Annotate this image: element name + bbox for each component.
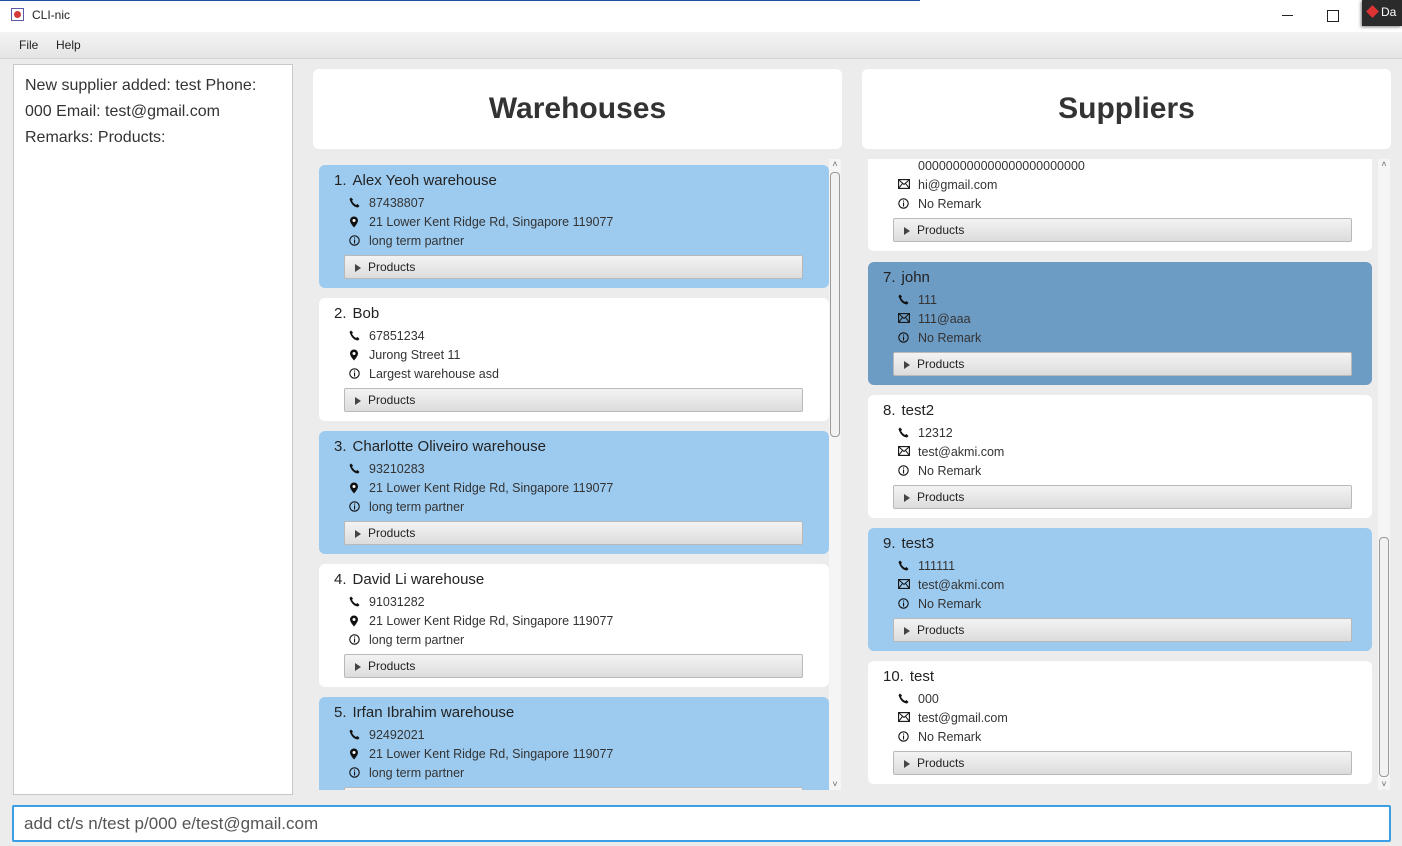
scrollbar-thumb[interactable] <box>830 172 840 437</box>
supplier-list[interactable]: 000000000000000000000000 hi@gmail.com No R… <box>862 159 1378 790</box>
phone-row: 111111 <box>883 558 1372 577</box>
warehouse-card[interactable]: 4. David Li warehouse 91031282 21 Lower Ken… <box>319 564 829 687</box>
supplier-scrollbar[interactable]: ˄ ˅ <box>1378 159 1390 790</box>
expand-arrow-icon <box>904 361 910 369</box>
products-toggle[interactable]: Products <box>893 352 1352 376</box>
expand-arrow-icon <box>904 627 910 635</box>
supplier-card[interactable]: 8. test2 12312 test@akmi.com No Remark Produc… <box>868 395 1372 518</box>
phone-row: 000000000000000000000000 <box>918 159 1085 173</box>
minimize-button[interactable] <box>1270 0 1306 30</box>
menu-file[interactable]: File <box>19 38 38 52</box>
phone-row: 000 <box>883 691 1372 710</box>
phone-row: 93210283 <box>334 461 829 480</box>
supplier-card-partial[interactable]: 000000000000000000000000 hi@gmail.com No R… <box>868 159 1372 251</box>
location-row: 21 Lower Kent Ridge Rd, Singapore 119077 <box>334 480 829 499</box>
expand-arrow-icon <box>904 227 910 235</box>
products-toggle[interactable]: Products <box>893 751 1352 775</box>
app-icon <box>11 8 24 21</box>
warehouses-header: Warehouses <box>313 69 842 149</box>
products-toggle[interactable]: Products <box>344 787 803 790</box>
info-row: No Remark <box>883 196 1372 215</box>
info-row: long term partner <box>334 499 829 518</box>
result-text: New supplier added: test Phone: 000 Emai… <box>25 77 257 146</box>
supplier-card[interactable]: 10. test 000 test@gmail.com No Remark Product… <box>868 661 1372 784</box>
warehouse-card[interactable]: 2. Bob 67851234 Jurong Street 11 Largest war… <box>319 298 829 421</box>
card-title: 8. test2 <box>883 402 935 419</box>
card-title: 4. David Li warehouse <box>334 571 485 588</box>
scroll-down-arrow[interactable]: ˅ <box>1379 779 1389 789</box>
supplier-card[interactable]: 9. test3 111111 test@akmi.com No Remark Produ… <box>868 528 1372 651</box>
info-row: No Remark <box>883 330 1372 349</box>
phone-row: 67851234 <box>334 328 829 347</box>
expand-arrow-icon <box>355 397 361 405</box>
location-row: 21 Lower Kent Ridge Rd, Singapore 119077 <box>334 214 829 233</box>
info-row: No Remark <box>883 596 1372 615</box>
expand-arrow-icon <box>355 264 361 272</box>
command-input[interactable] <box>14 807 1389 840</box>
email-row: test@akmi.com <box>883 444 1372 463</box>
products-toggle[interactable]: Products <box>893 218 1352 242</box>
info-row: No Remark <box>883 729 1372 748</box>
products-toggle[interactable]: Products <box>344 654 803 678</box>
maximize-button[interactable] <box>1314 0 1350 30</box>
phone-row: 87438807 <box>334 195 829 214</box>
card-title: 9. test3 <box>883 535 935 552</box>
window-title: CLI-nic <box>32 8 71 22</box>
info-row: long term partner <box>334 233 829 252</box>
products-toggle[interactable]: Products <box>893 485 1352 509</box>
suppliers-title: Suppliers <box>1058 92 1195 125</box>
expand-arrow-icon <box>904 494 910 502</box>
phone-row: 92492021 <box>334 727 829 746</box>
products-toggle[interactable]: Products <box>344 255 803 279</box>
phone-row: 91031282 <box>334 594 829 613</box>
location-row: Jurong Street 11 <box>334 347 829 366</box>
warehouse-list[interactable]: 1. Alex Yeoh warehouse 87438807 21 Lower Ke… <box>313 159 829 790</box>
card-title: 2. Bob <box>334 305 380 322</box>
suppliers-header: Suppliers <box>862 69 1391 149</box>
menu-bar: File Help <box>0 32 1402 59</box>
warehouses-title: Warehouses <box>488 92 667 125</box>
phone-row: 12312 <box>883 425 1372 444</box>
email-row: test@gmail.com <box>883 710 1372 729</box>
email-row: test@akmi.com <box>883 577 1372 596</box>
title-bar-accent <box>0 0 920 1</box>
menu-help[interactable]: Help <box>56 38 81 52</box>
command-box[interactable] <box>12 805 1391 842</box>
expand-arrow-icon <box>904 760 910 768</box>
warehouse-card[interactable]: 3. Charlotte Oliveiro warehouse 93210283 21… <box>319 431 829 554</box>
products-toggle[interactable]: Products <box>893 618 1352 642</box>
notification-text: Da <box>1381 5 1397 19</box>
scrollbar-thumb[interactable] <box>1379 537 1389 777</box>
card-title: 3. Charlotte Oliveiro warehouse <box>334 438 546 455</box>
scroll-up-arrow[interactable]: ˄ <box>830 159 840 169</box>
title-bar: CLI-nic Da <box>0 0 1402 32</box>
expand-arrow-icon <box>355 663 361 671</box>
products-toggle[interactable]: Products <box>344 388 803 412</box>
location-row: 21 Lower Kent Ridge Rd, Singapore 119077 <box>334 746 829 765</box>
warehouse-card[interactable]: 1. Alex Yeoh warehouse 87438807 21 Lower Ke… <box>319 165 829 288</box>
expand-arrow-icon <box>355 530 361 538</box>
warning-icon <box>1366 5 1379 18</box>
email-row: hi@gmail.com <box>883 177 1372 196</box>
supplier-card[interactable]: 7. john 111 111@aaa No Remark Products <box>868 262 1372 385</box>
result-display: New supplier added: test Phone: 000 Emai… <box>13 64 293 795</box>
products-toggle[interactable]: Products <box>344 521 803 545</box>
info-row: No Remark <box>883 463 1372 482</box>
warehouse-scrollbar[interactable]: ˄ ˅ <box>829 159 841 790</box>
card-title: 5. Irfan Ibrahim warehouse <box>334 704 515 721</box>
notification-popup[interactable]: Da <box>1362 0 1402 26</box>
scroll-down-arrow[interactable]: ˅ <box>830 779 840 789</box>
info-row: Largest warehouse asd <box>334 366 829 385</box>
scroll-up-arrow[interactable]: ˄ <box>1379 159 1389 169</box>
card-title: 1. Alex Yeoh warehouse <box>334 172 497 189</box>
phone-row: 111 <box>883 292 1372 311</box>
card-title: 7. john <box>883 269 930 286</box>
info-row: long term partner <box>334 765 829 784</box>
info-row: long term partner <box>334 632 829 651</box>
card-title: 10. test <box>883 668 935 685</box>
location-row: 21 Lower Kent Ridge Rd, Singapore 119077 <box>334 613 829 632</box>
email-row: 111@aaa <box>883 311 1372 330</box>
warehouse-card[interactable]: 5. Irfan Ibrahim warehouse 92492021 21 Lowe… <box>319 697 829 790</box>
